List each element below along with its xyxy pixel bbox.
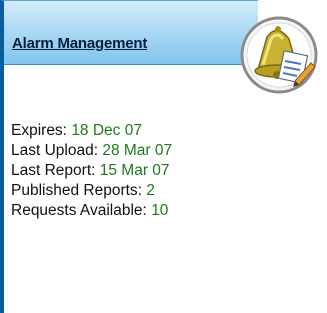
expires-row: Expires: 18 Dec 07	[11, 121, 172, 141]
alarm-management-link[interactable]: Alarm Management	[12, 35, 147, 52]
last-report-label: Last Report:	[11, 162, 96, 179]
published-reports-row: Published Reports: 2	[11, 181, 172, 201]
requests-available-value: 10	[151, 202, 169, 219]
panel-header: Alarm Management	[4, 1, 258, 65]
expires-value: 18 Dec 07	[71, 122, 142, 139]
requests-available-label: Requests Available:	[11, 202, 147, 219]
published-reports-label: Published Reports:	[11, 182, 142, 199]
last-upload-row: Last Upload: 28 Mar 07	[11, 141, 172, 161]
last-upload-value: 28 Mar 07	[102, 142, 173, 159]
last-report-row: Last Report: 15 Mar 07	[11, 161, 172, 181]
expires-label: Expires:	[11, 122, 67, 139]
requests-available-row: Requests Available: 10	[11, 201, 172, 221]
alarm-bell-report-icon	[240, 16, 318, 94]
last-report-value: 15 Mar 07	[99, 162, 170, 179]
info-list: Expires: 18 Dec 07 Last Upload: 28 Mar 0…	[11, 121, 172, 221]
alarm-management-panel: Alarm Management Expires: 18 Dec 07 Last…	[0, 0, 258, 313]
last-upload-label: Last Upload:	[11, 142, 99, 159]
published-reports-value: 2	[146, 182, 155, 199]
